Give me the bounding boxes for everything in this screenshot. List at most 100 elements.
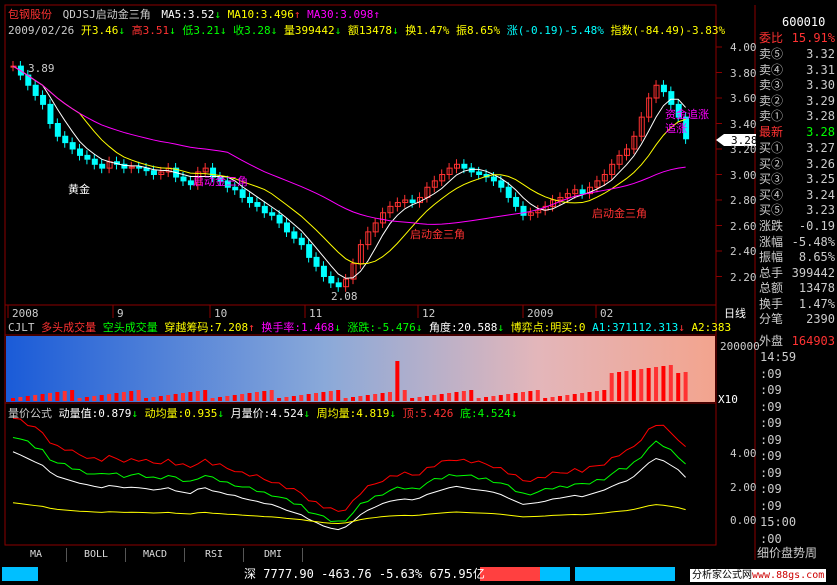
tick-time: :09: [760, 498, 782, 513]
tab-macd[interactable]: MACD: [126, 548, 185, 562]
volume-bar: [314, 393, 319, 401]
candle-body: [254, 202, 261, 207]
volume-bar: [402, 390, 407, 401]
index-change: -463.76: [321, 567, 372, 581]
buy-order-row: 买③ 3.25: [757, 171, 837, 187]
volume-bar: [528, 391, 533, 401]
indicator-line: [12, 451, 686, 531]
buy-order-row-label: 买③: [759, 172, 784, 186]
tick-time: :09: [760, 399, 782, 414]
sell-order-row: 卖⑤ 3.32: [757, 46, 837, 62]
indicator-mid-line: [12, 437, 686, 523]
volume-bar: [284, 397, 289, 401]
stat-row: 涨幅 -5.48%: [757, 234, 837, 250]
volume-bar: [491, 396, 496, 401]
tab-boll[interactable]: BOLL: [67, 548, 126, 562]
turnover-label: 换1.47%: [405, 24, 450, 37]
volume-bar: [439, 394, 444, 401]
tick-time: 14:59: [760, 350, 797, 364]
volume-bar: [92, 396, 97, 401]
high-label: 高3.51: [131, 24, 170, 37]
volume-bar: [11, 398, 15, 401]
volume-bar: [602, 390, 607, 401]
volume-bar: [557, 396, 562, 401]
ma30-line: [12, 65, 686, 225]
volume-bar: [351, 397, 355, 401]
volume-bar: [217, 397, 222, 401]
cjlt-game: 博弈点:明买:0: [510, 321, 586, 334]
order-ratio-label: 委比: [759, 31, 784, 45]
stat-row-value: -0.19: [798, 219, 835, 233]
stock-chart-canvas[interactable]: [0, 0, 837, 585]
right-panel-tabs[interactable]: 细价盘势周: [757, 547, 817, 560]
chart-header-line1: 包钢股份 QDJSJ启动金三角 MA5:3.52↓ MA10:3.496↑ MA…: [8, 8, 380, 21]
tick-time: :09: [760, 482, 782, 496]
volume-bar: [121, 392, 126, 401]
stock-code[interactable]: 600010: [782, 16, 825, 29]
indicator-top-line: [12, 417, 686, 512]
buy-order-row: 买⑤ 3.23: [757, 202, 837, 218]
candle-body: [313, 256, 320, 267]
candle-body: [180, 176, 187, 182]
volume-bar: [424, 396, 429, 401]
buy-order-row-value: 3.26: [806, 156, 835, 171]
volume-bar: [498, 395, 503, 401]
sell-order-row-value: 3.28: [806, 109, 835, 123]
tab-dmi[interactable]: DMI: [244, 548, 303, 562]
lbgs-dl: 动量值:0.879: [58, 407, 132, 420]
index-name: 深: [244, 567, 257, 581]
tab-rsi[interactable]: RSI: [185, 548, 244, 562]
volume-bar: [306, 394, 311, 401]
price-axis-label: 2.40: [730, 245, 757, 258]
volume-bar: [631, 370, 636, 401]
candle-body: [320, 265, 327, 277]
cjlt-many: 多头成交量: [41, 321, 97, 334]
price-axis-label: 2.80: [730, 194, 757, 207]
stat-row-value: 1.47%: [798, 296, 835, 311]
chart-header-line2: 2009/02/26 开3.46↓ 高3.51↓ 低3.21↓ 收3.28↓ 量…: [8, 24, 726, 37]
candle-body: [461, 163, 468, 169]
sell-order-row-value: 3.29: [806, 93, 835, 108]
sell-order-row: 卖④ 3.31: [757, 62, 837, 78]
cjlt-a2: A2:383: [691, 321, 732, 334]
price-axis-label: 2.20: [730, 270, 757, 284]
candlesticks: [10, 61, 690, 292]
time-axis-label: 02: [600, 307, 614, 320]
tab-ma[interactable]: MA: [6, 548, 67, 562]
lbgs-zl: 周均量:4.819: [316, 407, 390, 420]
candle-body: [291, 231, 298, 239]
volume-bar: [33, 395, 38, 401]
candle-body: [239, 189, 246, 198]
volume-bar: [594, 391, 599, 401]
volume-bar: [70, 390, 75, 401]
volume-bar: [181, 393, 185, 401]
volume-bar: [365, 395, 370, 401]
cjlt-cross: 穿越筹码:7.208: [164, 321, 249, 334]
signal-annotation-1: 启动金三角: [193, 175, 248, 188]
candle-body: [306, 244, 313, 258]
cjlt-angle: 角度:20.588: [428, 321, 498, 334]
volume-axis-top: 200000: [720, 340, 760, 353]
volume-bar: [55, 392, 60, 401]
amplitude-label: 振8.65%: [455, 24, 501, 37]
volume-bar: [454, 392, 459, 401]
cjlt-hand: 换手率:1.468: [261, 321, 335, 334]
period-label[interactable]: 日线: [724, 307, 746, 320]
volume-bar: [269, 390, 274, 401]
volume-bar: [166, 395, 171, 401]
formula-name: QDJSJ启动金三角: [62, 8, 151, 21]
order-ratio-row: 委比 15.91%: [757, 30, 837, 46]
latest-row: 最新 3.28: [757, 124, 837, 140]
stat-row-value: 13478: [798, 281, 835, 295]
signal-annotation-5: 资金追涨: [665, 108, 709, 121]
outer-volume-value: 164903: [791, 334, 835, 348]
volume-bar: [277, 398, 282, 401]
sell-order-row-value: 3.32: [806, 47, 835, 61]
volume-bar: [40, 394, 45, 401]
stock-name[interactable]: 包钢股份: [8, 8, 52, 21]
volume-bar: [84, 397, 89, 401]
volume-bar: [668, 365, 673, 401]
volume-bar: [380, 393, 385, 401]
volume-bar: [580, 393, 585, 401]
volume-bar: [129, 391, 134, 401]
